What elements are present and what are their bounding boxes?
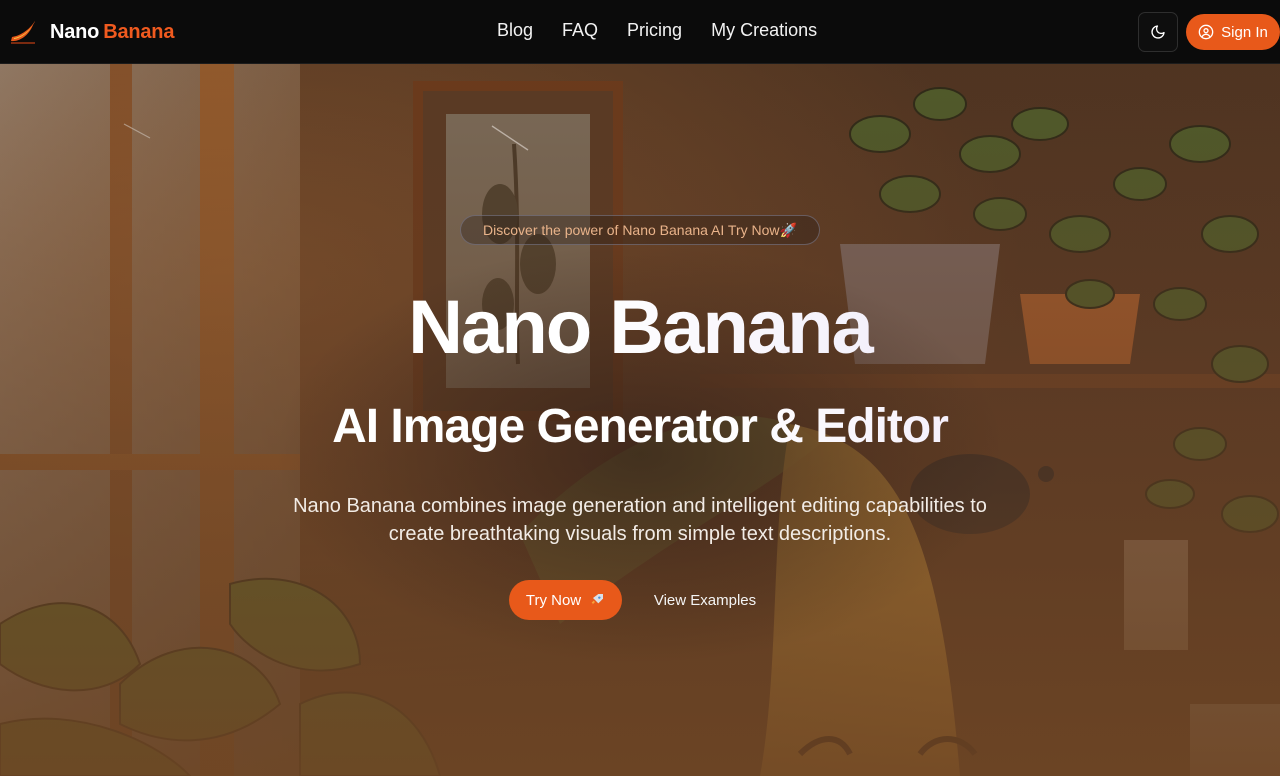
hero-description: Nano Banana combines image generation an… — [293, 495, 987, 545]
hero-subtitle: AI Image Generator & Editor — [0, 396, 1280, 458]
logo-word-banana: Banana — [103, 20, 175, 43]
sign-in-button[interactable]: Sign In — [1186, 14, 1280, 50]
moon-icon — [1151, 25, 1165, 39]
banana-logo-icon — [11, 21, 35, 44]
view-examples-button[interactable]: View Examples — [640, 580, 770, 620]
logo-text: Nano Banana — [50, 21, 174, 44]
top-navigation-bar: Nano Banana Blog FAQ Pricing My Creations… — [0, 0, 1280, 64]
logo-word-nano: Nano — [50, 20, 100, 43]
announcement-badge[interactable]: Discover the power of Nano Banana AI Try… — [460, 215, 820, 245]
sign-in-label: Sign In — [1221, 23, 1268, 41]
try-now-label: Try Now — [525, 591, 582, 609]
nav-link-faq[interactable]: FAQ — [562, 20, 598, 41]
theme-toggle-button[interactable] — [1138, 12, 1178, 52]
main-nav: Blog FAQ Pricing My Creations — [497, 20, 817, 41]
hero-title: Nano Banana — [0, 282, 1280, 374]
nav-link-my-creations[interactable]: My Creations — [711, 20, 817, 41]
logo-link[interactable]: Nano Banana — [8, 16, 174, 48]
rocket-icon — [591, 594, 604, 606]
try-now-button[interactable]: Try Now — [509, 580, 622, 620]
nav-link-pricing[interactable]: Pricing — [627, 20, 682, 41]
user-circle-icon — [1198, 24, 1214, 40]
nav-link-blog[interactable]: Blog — [497, 20, 533, 41]
